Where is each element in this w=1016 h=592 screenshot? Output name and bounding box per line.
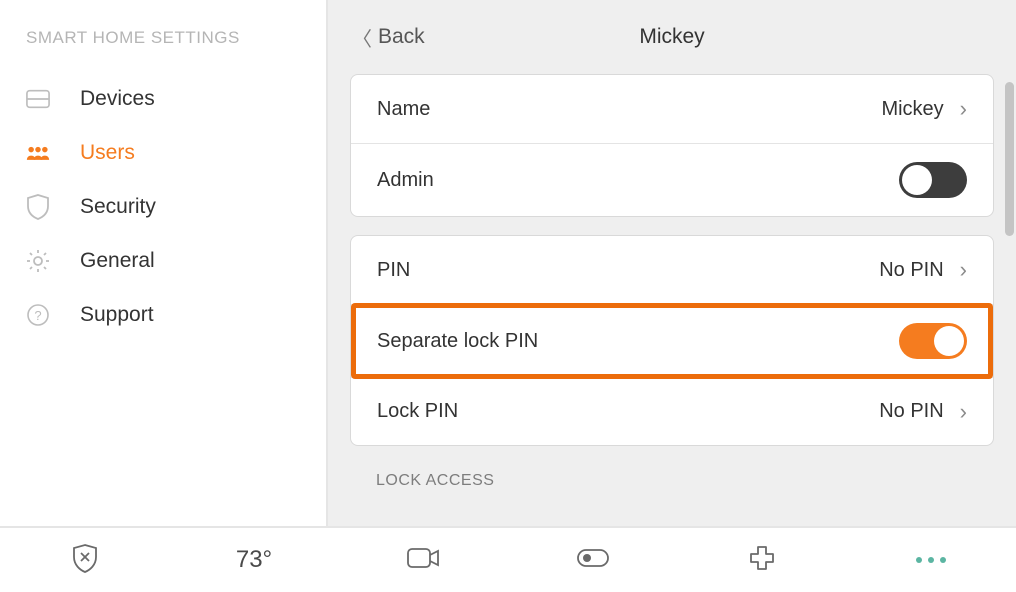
- toggle-icon: [576, 548, 610, 573]
- devices-icon: [26, 87, 50, 111]
- chevron-right-icon: ›: [960, 259, 967, 281]
- plus-icon: [749, 545, 775, 576]
- bb-security[interactable]: [0, 543, 169, 578]
- camera-icon: [406, 547, 440, 574]
- bb-temperature[interactable]: 73°: [169, 546, 338, 574]
- sidebar-item-general[interactable]: General: [0, 234, 326, 288]
- bb-camera[interactable]: [339, 547, 508, 574]
- row-admin: Admin: [351, 143, 993, 216]
- more-icon: [916, 557, 946, 563]
- sidebar-item-label: Users: [80, 141, 135, 165]
- sidebar-item-support[interactable]: ? Support: [0, 288, 326, 342]
- lock-pin-label: Lock PIN: [377, 400, 458, 423]
- sidebar-item-label: Devices: [80, 87, 155, 111]
- help-icon: ?: [26, 303, 50, 327]
- name-label: Name: [377, 98, 430, 121]
- sidebar-title: SMART HOME SETTINGS: [0, 28, 326, 72]
- bb-toggle[interactable]: [508, 548, 677, 573]
- separate-lock-pin-toggle[interactable]: [899, 323, 967, 359]
- back-button[interactable]: 〈 Back: [352, 23, 425, 52]
- content-scroll[interactable]: 〈 Back Mickey Name Mickey › Admin: [328, 0, 1016, 526]
- bb-more[interactable]: [847, 557, 1016, 563]
- shield-icon: [26, 195, 50, 219]
- pin-value: No PIN: [879, 259, 943, 282]
- pin-section: PIN No PIN › Separate lock PIN Lock P: [350, 235, 994, 446]
- page-title: Mickey: [639, 25, 704, 49]
- bottom-bar: 73°: [0, 526, 1016, 592]
- sidebar-item-label: Support: [80, 303, 154, 327]
- admin-toggle[interactable]: [899, 162, 967, 198]
- sidebar-item-devices[interactable]: Devices: [0, 72, 326, 126]
- user-info-section: Name Mickey › Admin: [350, 74, 994, 217]
- content-pane: 〈 Back Mickey Name Mickey › Admin: [328, 0, 1016, 526]
- lock-pin-value: No PIN: [879, 400, 943, 423]
- users-icon: [26, 141, 50, 165]
- row-pin[interactable]: PIN No PIN ›: [351, 236, 993, 304]
- chevron-right-icon: ›: [960, 401, 967, 423]
- sidebar-item-label: Security: [80, 195, 156, 219]
- gear-icon: [26, 249, 50, 273]
- svg-text:?: ?: [34, 308, 41, 323]
- sidebar-item-security[interactable]: Security: [0, 180, 326, 234]
- temperature-value: 73°: [236, 546, 272, 574]
- chevron-left-icon: 〈: [352, 23, 372, 52]
- chevron-right-icon: ›: [960, 98, 967, 120]
- scrollbar-thumb[interactable]: [1005, 82, 1014, 236]
- name-value: Mickey: [881, 98, 943, 121]
- back-label: Back: [378, 25, 425, 49]
- lock-access-header: LOCK ACCESS: [328, 464, 1016, 494]
- pin-label: PIN: [377, 259, 410, 282]
- detail-header: 〈 Back Mickey: [328, 0, 1016, 74]
- row-lock-pin[interactable]: Lock PIN No PIN ›: [351, 377, 993, 445]
- admin-label: Admin: [377, 169, 434, 192]
- row-name[interactable]: Name Mickey ›: [351, 75, 993, 143]
- shield-x-icon: [72, 543, 98, 578]
- row-separate-lock-pin: Separate lock PIN: [351, 304, 993, 377]
- sidebar-item-label: General: [80, 249, 155, 273]
- separate-lock-pin-label: Separate lock PIN: [377, 330, 538, 353]
- sidebar-item-users[interactable]: Users: [0, 126, 326, 180]
- bb-add[interactable]: [677, 545, 846, 576]
- sidebar: SMART HOME SETTINGS Devices Users Securi…: [0, 0, 328, 526]
